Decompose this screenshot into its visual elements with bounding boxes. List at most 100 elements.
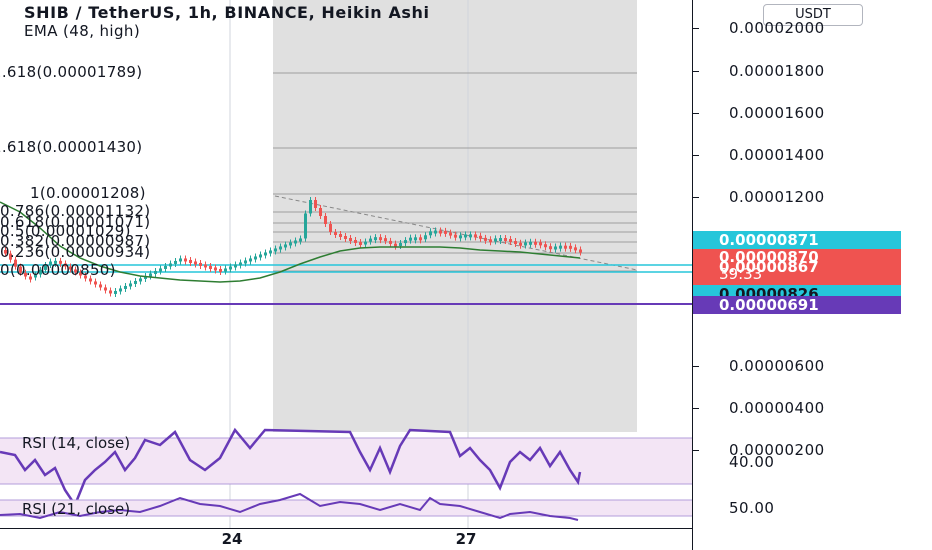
candle-body — [339, 234, 342, 237]
time-label-24: 24 — [221, 530, 243, 548]
candle-body — [464, 234, 467, 238]
candle-body — [474, 234, 477, 238]
candle-body — [529, 241, 532, 245]
candle-body — [324, 216, 327, 224]
candle-body — [104, 287, 107, 291]
candle-body — [154, 270, 157, 274]
candle-body — [184, 258, 187, 262]
candle-body — [439, 230, 442, 234]
candle-body — [129, 283, 132, 287]
candle-body — [329, 224, 332, 232]
candle-body — [549, 246, 552, 250]
candle-body — [469, 234, 472, 238]
candle-body — [124, 285, 127, 289]
candle-body — [509, 239, 512, 243]
candle-body — [304, 213, 307, 239]
candle-body — [539, 242, 542, 246]
candle-body — [199, 262, 202, 266]
candle-body — [334, 232, 337, 235]
price-axis-tick — [693, 450, 699, 451]
candle-body — [504, 238, 507, 242]
candle-body — [119, 288, 122, 292]
price-axis-tick — [693, 71, 699, 72]
candle-body — [444, 230, 447, 234]
price-axis-tick — [693, 155, 699, 156]
candle-body — [289, 242, 292, 246]
candle-body — [134, 280, 137, 284]
candle-body — [99, 284, 102, 288]
candle-body — [174, 260, 177, 264]
candle-body — [294, 240, 297, 244]
chart-legend: SHIB / TetherUS, 1h, BINANCE, Heikin Ash… — [24, 3, 430, 40]
candle-body — [449, 232, 452, 236]
candle-body — [109, 290, 112, 294]
candle-body — [544, 244, 547, 248]
candle-body — [274, 248, 277, 252]
candle-body — [574, 247, 577, 251]
candle-body — [554, 246, 557, 250]
candle-body — [224, 268, 227, 272]
candle-body — [159, 268, 162, 272]
candle-body — [459, 235, 462, 239]
candle-body — [524, 242, 527, 246]
candle-body — [149, 273, 152, 277]
candle-body — [169, 263, 172, 267]
price-axis-tick — [693, 197, 699, 198]
candle-body — [279, 246, 282, 250]
candle-body — [489, 239, 492, 243]
price-axis-label: 0.00000600 — [729, 357, 825, 375]
candle-body — [314, 200, 317, 208]
candle-body — [414, 237, 417, 241]
candle-body — [349, 238, 352, 241]
candle-body — [479, 235, 482, 239]
candle-body — [559, 245, 562, 249]
candle-body — [484, 237, 487, 241]
candle-body — [384, 238, 387, 242]
candle-body — [259, 254, 262, 258]
candle-body — [514, 241, 517, 245]
candle-body — [564, 245, 567, 249]
fib-level-label: 0.236(0.00000934) — [0, 243, 151, 261]
price-axis-tick — [693, 366, 699, 367]
selection-highlight — [273, 0, 637, 432]
price-axis[interactable]: USDT 0.00002000 0.00001800 0.00001600 0.000… — [692, 0, 932, 550]
price-axis-tick — [693, 113, 699, 114]
fib-level-label: 1(0.00001208) — [30, 184, 146, 202]
candle-body — [254, 256, 257, 260]
price-axis-label: 0.00001600 — [729, 104, 825, 122]
candle-body — [214, 267, 217, 271]
candle-body — [454, 234, 457, 238]
candle-body — [269, 250, 272, 254]
candle-body — [494, 238, 497, 242]
symbol-title: SHIB / TetherUS, 1h, BINANCE, Heikin Ash… — [24, 3, 430, 22]
price-tag-purple: 0.00000691 — [693, 296, 901, 314]
candle-body — [189, 259, 192, 263]
rsi14-label: RSI (14, close) — [22, 434, 131, 452]
candle-body — [519, 242, 522, 246]
price-tag-close: 0.00000867 — [719, 258, 819, 276]
price-axis-label: 0.00001800 — [729, 62, 825, 80]
candle-body — [239, 262, 242, 266]
candle-body — [379, 237, 382, 241]
price-axis-tick — [693, 28, 699, 29]
main-chart[interactable]: SHIB / TetherUS, 1h, BINANCE, Heikin Ash… — [0, 0, 692, 550]
candle-body — [534, 241, 537, 245]
candle-body — [369, 238, 372, 242]
candle-body — [364, 241, 367, 245]
candle-body — [264, 252, 267, 256]
candle-body — [319, 208, 322, 216]
candle-body — [194, 261, 197, 265]
candle-body — [299, 238, 302, 242]
candle-body — [579, 249, 582, 253]
candle-body — [354, 240, 357, 243]
candle-body — [404, 240, 407, 244]
candle-body — [209, 265, 212, 269]
candle-body — [244, 260, 247, 264]
candle-body — [284, 244, 287, 248]
candle-body — [204, 264, 207, 268]
candle-body — [419, 237, 422, 241]
candle-body — [359, 242, 362, 245]
time-axis[interactable]: 24 27 — [0, 528, 692, 550]
rsi1-axis-label: 40.00 — [729, 453, 775, 471]
candle-body — [424, 235, 427, 240]
